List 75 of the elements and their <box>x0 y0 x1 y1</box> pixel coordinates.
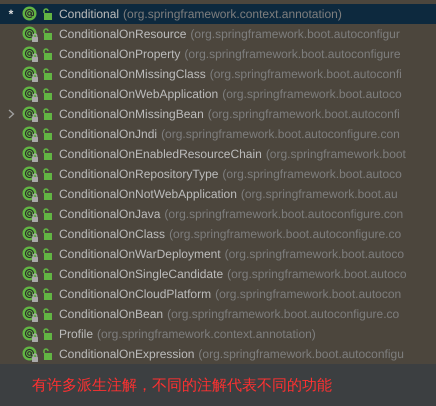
annotation-name: ConditionalOnJndi <box>59 126 158 143</box>
list-item[interactable]: ConditionalOnClass (org.springframework.boot.autoconfigure.co <box>0 224 436 244</box>
package-name: (org.springframework.boot.autoconfigure.con <box>164 206 404 223</box>
package-name: (org.springframework.boot.autocon <box>215 286 402 303</box>
package-name: (org.springframework.boot.au <box>240 186 398 203</box>
unlocked-lock-icon <box>42 248 52 260</box>
list-item[interactable]: ConditionalOnWebApplication (org.springframework.boot.autoco <box>0 84 436 104</box>
package-name: (org.springframework.boot.autoconfigur <box>190 26 400 43</box>
package-name: (org.springframework.context.annotation) <box>123 6 342 23</box>
annotation-name: ConditionalOnCloudPlatform <box>59 286 212 303</box>
package-name: (org.springframework.context.annotation) <box>97 326 316 343</box>
package-name: (org.springframework.boot.autoco <box>222 86 402 103</box>
unlocked-lock-icon <box>42 148 52 160</box>
chevron-right-icon[interactable] <box>8 109 14 119</box>
annotation-name: ConditionalOnBean <box>59 306 164 323</box>
package-name: (org.springframework.boot.autoco <box>224 246 404 263</box>
list-item[interactable]: ConditionalOnCloudPlatform (org.springframework.boot.autocon <box>0 284 436 304</box>
annotation-name: Profile <box>59 326 94 343</box>
annotation-name: ConditionalOnWarDeployment <box>59 246 221 263</box>
list-item[interactable]: ConditionalOnJava (org.springframework.boot.autoconfigure.con <box>0 204 436 224</box>
list-item[interactable]: ConditionalOnResource (org.springframework.boot.autoconfigur <box>0 24 436 44</box>
package-name: (org.springframework.boot.autoco <box>222 166 402 183</box>
unlocked-lock-icon <box>42 128 52 140</box>
list-item[interactable]: ConditionalOnProperty (org.springframework.boot.autoconfigure <box>0 44 436 64</box>
unlocked-lock-icon <box>42 188 52 200</box>
list-item[interactable]: ConditionalOnNotWebApplication (org.springframework.boot.au <box>0 184 436 204</box>
package-name: (org.springframework.boot.autoconfigure <box>184 46 401 63</box>
unlocked-lock-icon <box>42 28 52 40</box>
unlocked-lock-icon <box>42 48 52 60</box>
annotation-name: ConditionalOnMissingBean <box>59 106 204 123</box>
annotation-name: ConditionalOnEnabledResourceChain <box>59 146 262 163</box>
unlocked-lock-icon <box>42 348 52 360</box>
list-item[interactable]: ConditionalOnSingleCandidate (org.springframework.boot.autoco <box>0 264 436 284</box>
list-item[interactable]: ConditionalOnBean (org.springframework.boot.autoconfigure.co <box>0 304 436 324</box>
unlocked-lock-icon <box>42 88 52 100</box>
unlocked-lock-icon <box>42 228 52 240</box>
package-name: (org.springframework.boot <box>266 146 406 163</box>
package-name: (org.springframework.boot.autoconfigu <box>198 346 404 363</box>
list-item[interactable]: ConditionalOnMissingClass (org.springframework.boot.autoconfi <box>0 64 436 84</box>
annotation-name: ConditionalOnSingleCandidate <box>59 266 224 283</box>
package-name: (org.springframework.boot.autoconfigure.con <box>161 126 400 143</box>
unlocked-lock-icon <box>42 328 52 340</box>
list-item[interactable]: ConditionalOnExpression (org.springframework.boot.autoconfigu <box>0 344 436 364</box>
annotation-name: Conditional <box>59 6 120 23</box>
annotation-name: ConditionalOnResource <box>59 26 186 43</box>
unlocked-lock-icon <box>42 308 52 320</box>
modified-marker: * <box>8 6 14 23</box>
unlocked-lock-icon <box>42 108 52 120</box>
annotation-name: ConditionalOnExpression <box>59 346 194 363</box>
list-item[interactable]: ConditionalOnMissingBean (org.springframework.boot.autoconfi <box>0 104 436 124</box>
annotation-name: ConditionalOnProperty <box>59 46 180 63</box>
annotation-name: ConditionalOnJava <box>59 206 160 223</box>
package-name: (org.springframework.boot.autoconfi <box>210 66 402 83</box>
unlocked-lock-icon <box>42 268 52 280</box>
package-name: (org.springframework.boot.autoconfigure.co <box>167 306 400 323</box>
annotation-name: ConditionalOnClass <box>59 226 166 243</box>
annotation-name: ConditionalOnRepositoryType <box>59 166 218 183</box>
package-name: (org.springframework.boot.autoconfigure.co <box>169 226 402 243</box>
package-name: (org.springframework.boot.autoconfi <box>208 106 400 123</box>
package-name: (org.springframework.boot.autoco <box>227 266 407 283</box>
list-item[interactable]: ConditionalOnRepositoryType (org.springframework.boot.autoco <box>0 164 436 184</box>
unlocked-lock-icon <box>42 8 52 20</box>
annotation-name: ConditionalOnMissingClass <box>59 66 206 83</box>
annotation-name: ConditionalOnWebApplication <box>59 86 218 103</box>
unlocked-lock-icon <box>42 68 52 80</box>
list-item[interactable]: Profile (org.springframework.context.annotation) <box>0 324 436 344</box>
unlocked-lock-icon <box>42 288 52 300</box>
list-item[interactable]: * Conditional (org.springframework.context.annotation) <box>0 4 436 24</box>
list-item[interactable]: ConditionalOnEnabledResourceChain (org.springframework.boot <box>0 144 436 164</box>
list-item[interactable]: ConditionalOnWarDeployment (org.springframework.boot.autoco <box>0 244 436 264</box>
list-item[interactable]: ConditionalOnJndi (org.springframework.boot.autoconfigure.con <box>0 124 436 144</box>
caption: 有许多派生注解，不同的注解代表不同的功能 <box>32 374 332 396</box>
unlocked-lock-icon <box>42 168 52 180</box>
annotation-name: ConditionalOnNotWebApplication <box>59 186 237 203</box>
unlocked-lock-icon <box>42 208 52 220</box>
